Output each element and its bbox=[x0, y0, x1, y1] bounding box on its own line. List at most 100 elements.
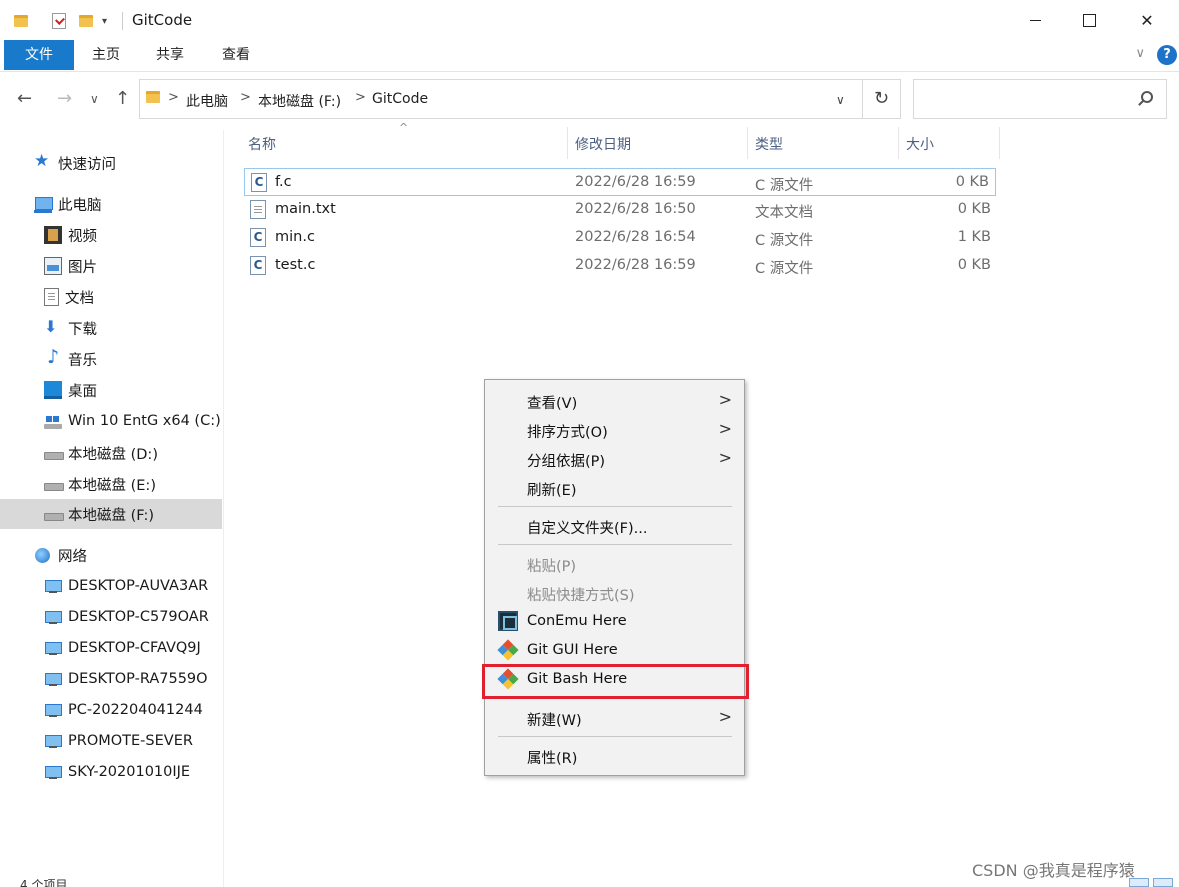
column-divider[interactable] bbox=[567, 127, 568, 159]
context-menu: 查看(V) > 排序方式(O) > 分组依据(P) > 刷新(E) 自定义文件夹… bbox=[484, 379, 745, 776]
sidebar-item-label: DESKTOP-CFAVQ9J bbox=[68, 640, 201, 656]
desktop-icon bbox=[44, 381, 62, 399]
column-divider[interactable] bbox=[747, 127, 748, 159]
download-icon bbox=[44, 317, 62, 337]
menu-item-conemu-here[interactable]: ConEmu Here bbox=[485, 607, 744, 636]
breadcrumb-this-pc[interactable]: 此电脑 bbox=[186, 91, 228, 111]
c-source-file-icon: C bbox=[250, 256, 266, 275]
title-divider bbox=[122, 12, 123, 30]
column-header-name[interactable]: 名称 bbox=[248, 134, 276, 156]
column-header-size[interactable]: 大小 bbox=[906, 134, 934, 156]
sidebar-item-music[interactable]: 音乐 bbox=[0, 344, 222, 374]
help-icon[interactable]: ? bbox=[1157, 45, 1177, 65]
file-type: C 源文件 bbox=[755, 261, 814, 277]
refresh-icon[interactable]: ↻ bbox=[874, 88, 889, 109]
maximize-button[interactable] bbox=[1062, 0, 1116, 40]
sidebar-item-host[interactable]: PC-202204041244 bbox=[0, 695, 222, 725]
sidebar-item-desktop[interactable]: 桌面 bbox=[0, 375, 222, 405]
picture-icon bbox=[44, 257, 62, 275]
file-row[interactable]: main.txt 2022/6/28 16:50 文本文档 0 KB bbox=[244, 196, 996, 224]
properties-quick-icon[interactable] bbox=[52, 10, 66, 32]
address-bar[interactable]: > 此电脑 > 本地磁盘 (F:) > GitCode ∨ ↻ bbox=[139, 79, 901, 119]
recent-locations-button[interactable]: ∨ bbox=[90, 92, 99, 106]
up-button[interactable]: ↑ bbox=[115, 88, 130, 109]
menu-item-customize-folder[interactable]: 自定义文件夹(F)... bbox=[485, 511, 744, 540]
file-modified: 2022/6/28 16:50 bbox=[575, 201, 696, 217]
sidebar-item-host[interactable]: DESKTOP-C579OAR bbox=[0, 602, 222, 632]
network-computer-icon bbox=[44, 639, 62, 657]
sidebar-item-label: 此电脑 bbox=[58, 197, 102, 214]
column-divider[interactable] bbox=[999, 127, 1000, 159]
sidebar-item-downloads[interactable]: 下载 bbox=[0, 313, 222, 343]
breadcrumb-separator[interactable]: > bbox=[168, 90, 179, 105]
column-header-type[interactable]: 类型 bbox=[755, 134, 783, 156]
file-modified: 2022/6/28 16:59 bbox=[575, 174, 696, 190]
sidebar-item-drive-f[interactable]: 本地磁盘 (F:) bbox=[0, 499, 222, 529]
sidebar-item-pictures[interactable]: 图片 bbox=[0, 251, 222, 281]
computer-icon bbox=[34, 195, 53, 213]
tab-file[interactable]: 文件 bbox=[4, 40, 74, 70]
menu-item-git-gui-here[interactable]: Git GUI Here bbox=[485, 636, 744, 665]
menu-item-group-by[interactable]: 分组依据(P) > bbox=[485, 444, 744, 473]
tab-share[interactable]: 共享 bbox=[142, 40, 198, 70]
menu-item-properties[interactable]: 属性(R) bbox=[485, 741, 744, 770]
sidebar-item-host[interactable]: SKY-20201010IJE bbox=[0, 757, 222, 787]
customize-quick-access-icon[interactable]: ▾ bbox=[102, 10, 107, 32]
menu-item-view[interactable]: 查看(V) > bbox=[485, 386, 744, 415]
menu-item-label: 排序方式(O) bbox=[527, 425, 608, 441]
breadcrumb-separator[interactable]: > bbox=[240, 90, 251, 105]
address-dropdown-icon[interactable]: ∨ bbox=[836, 93, 845, 107]
address-divider bbox=[862, 80, 863, 118]
back-button[interactable]: ← bbox=[17, 88, 32, 109]
menu-item-new[interactable]: 新建(W) > bbox=[485, 703, 744, 732]
sidebar-item-host[interactable]: DESKTOP-CFAVQ9J bbox=[0, 633, 222, 663]
forward-button[interactable]: → bbox=[57, 88, 72, 109]
minimize-button[interactable] bbox=[1008, 0, 1062, 40]
sidebar-item-drive-d[interactable]: 本地磁盘 (D:) bbox=[0, 438, 222, 468]
breadcrumb-gitcode[interactable]: GitCode bbox=[372, 91, 428, 107]
folder-icon bbox=[146, 91, 160, 103]
tab-home[interactable]: 主页 bbox=[78, 40, 134, 70]
file-type: 文本文档 bbox=[755, 205, 813, 221]
file-row[interactable]: C f.c 2022/6/28 16:59 C 源文件 0 KB bbox=[244, 168, 996, 196]
sidebar-item-label: 本地磁盘 (D:) bbox=[68, 446, 158, 463]
highlight-annotation bbox=[482, 664, 749, 699]
menu-item-sort-by[interactable]: 排序方式(O) > bbox=[485, 415, 744, 444]
sidebar-item-documents[interactable]: 文档 bbox=[0, 282, 222, 312]
ribbon: 文件 主页 共享 查看 ∨ ? bbox=[0, 40, 1179, 72]
file-row[interactable]: C test.c 2022/6/28 16:59 C 源文件 0 KB bbox=[244, 252, 996, 280]
file-row[interactable]: C min.c 2022/6/28 16:54 C 源文件 1 KB bbox=[244, 224, 996, 252]
column-header-modified[interactable]: 修改日期 bbox=[575, 134, 631, 156]
sidebar-item-quick-access[interactable]: 快速访问 bbox=[0, 148, 222, 178]
menu-item-label: ConEmu Here bbox=[527, 613, 627, 629]
expand-ribbon-icon[interactable]: ∨ bbox=[1135, 46, 1145, 61]
text-file-icon bbox=[250, 200, 266, 219]
tab-view[interactable]: 查看 bbox=[208, 40, 264, 70]
new-folder-quick-icon[interactable] bbox=[79, 10, 93, 32]
sidebar-item-videos[interactable]: 视频 bbox=[0, 220, 222, 250]
sidebar-item-label: DESKTOP-C579OAR bbox=[68, 609, 209, 625]
sidebar-item-host[interactable]: PROMOTE-SEVER bbox=[0, 726, 222, 756]
sidebar-item-host[interactable]: DESKTOP-RA7559O bbox=[0, 664, 222, 694]
sidebar-item-drive-e[interactable]: 本地磁盘 (E:) bbox=[0, 469, 222, 499]
view-toggle[interactable] bbox=[1129, 878, 1173, 887]
close-button[interactable]: ✕ bbox=[1120, 0, 1174, 40]
sidebar-item-host[interactable]: DESKTOP-AUVA3AR bbox=[0, 571, 222, 601]
menu-item-refresh[interactable]: 刷新(E) bbox=[485, 473, 744, 502]
sidebar-item-network[interactable]: 网络 bbox=[0, 540, 222, 570]
large-icons-view-button[interactable] bbox=[1153, 878, 1173, 887]
file-type: C 源文件 bbox=[755, 178, 814, 194]
breadcrumb-drive-f[interactable]: 本地磁盘 (F:) bbox=[258, 91, 341, 111]
sidebar-item-label: 桌面 bbox=[68, 383, 97, 400]
breadcrumb-separator[interactable]: > bbox=[355, 90, 366, 105]
search-icon bbox=[1141, 91, 1153, 103]
sidebar-item-label: PC-202204041244 bbox=[68, 702, 203, 718]
search-box[interactable] bbox=[913, 79, 1167, 119]
menu-item-paste: 粘贴(P) bbox=[485, 549, 744, 578]
sidebar-item-label: 文档 bbox=[65, 290, 94, 307]
sidebar-item-this-pc[interactable]: 此电脑 bbox=[0, 189, 222, 219]
sidebar-item-drive-c[interactable]: Win 10 EntG x64 (C:) bbox=[0, 406, 222, 436]
network-computer-icon bbox=[44, 670, 62, 688]
column-divider[interactable] bbox=[898, 127, 899, 159]
network-computer-icon bbox=[44, 732, 62, 750]
